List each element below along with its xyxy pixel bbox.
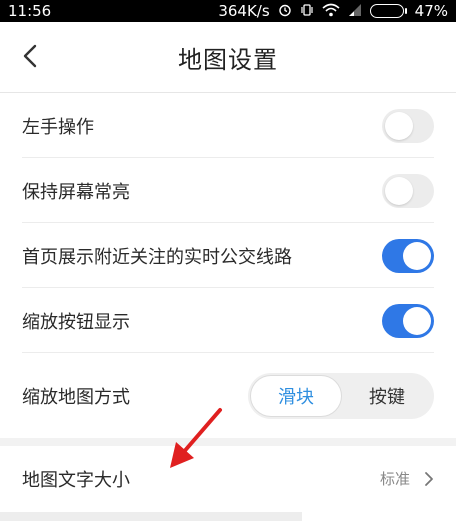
map-text-size-value-group: 标准	[380, 468, 434, 489]
app-header: 地图设置	[0, 22, 456, 92]
battery-icon	[369, 4, 407, 18]
zoom-mode-button-option[interactable]: 按键	[342, 375, 432, 417]
setting-label: 首页展示附近关注的实时公交线路	[22, 246, 292, 268]
left-hand-toggle[interactable]	[382, 108, 434, 143]
setting-label: 保持屏幕常亮	[22, 181, 130, 203]
vibrate-icon	[300, 3, 314, 20]
page-title: 地图设置	[178, 45, 278, 74]
battery-percent: 47%	[414, 2, 448, 20]
zoom-mode-label: 缩放地图方式	[22, 386, 130, 408]
chevron-left-icon	[23, 44, 37, 68]
map-text-size-label: 地图文字大小	[22, 469, 130, 491]
keep-screen-on-toggle[interactable]	[382, 173, 434, 208]
chevron-right-icon	[425, 471, 433, 486]
wifi-icon	[322, 3, 340, 20]
zoom-mode-slider-option[interactable]: 滑块	[250, 374, 342, 417]
map-text-size-value: 标准	[379, 470, 410, 488]
setting-row-keep-screen-on: 保持屏幕常亮	[0, 158, 456, 223]
bottom-strip	[0, 512, 302, 521]
back-button[interactable]	[10, 36, 50, 76]
setting-row-zoom-buttons: 缩放按钮显示	[0, 288, 456, 353]
annotation-arrow-icon	[170, 408, 222, 468]
alarm-icon	[278, 3, 292, 20]
status-time: 11:56	[8, 2, 52, 20]
setting-row-bus-lines: 首页展示附近关注的实时公交线路	[0, 223, 456, 288]
network-speed: 364K/s	[218, 2, 270, 20]
signal-icon	[348, 3, 362, 20]
bus-lines-toggle[interactable]	[382, 238, 434, 273]
setting-label: 缩放按钮显示	[22, 311, 130, 333]
status-right: 364K/s 47%	[218, 2, 448, 20]
setting-row-left-hand: 左手操作	[0, 93, 456, 158]
zoom-mode-segmented-control: 滑块 按键	[248, 372, 434, 419]
setting-label: 左手操作	[22, 116, 94, 138]
zoom-buttons-toggle[interactable]	[382, 303, 434, 338]
status-bar: 11:56 364K/s 47%	[0, 0, 456, 22]
